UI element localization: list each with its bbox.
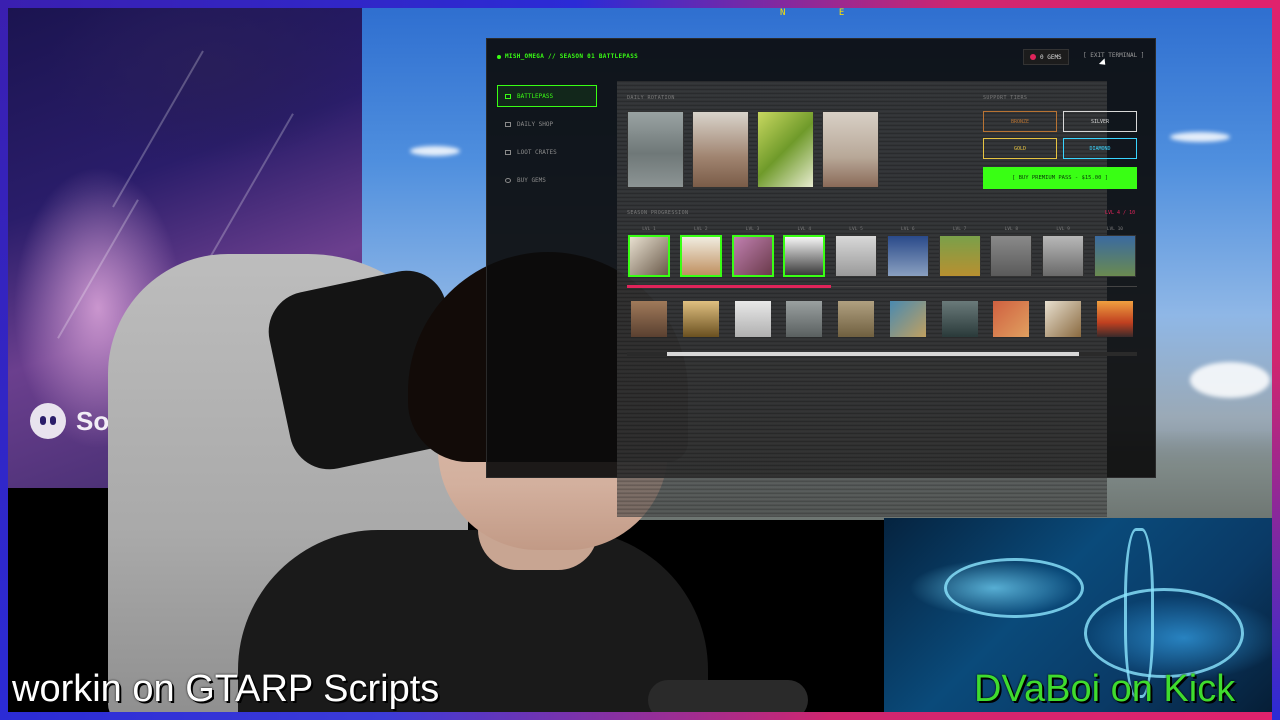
premium-reward[interactable] (1045, 301, 1082, 337)
reward-thumbnail (1093, 235, 1136, 277)
premium-reward[interactable] (941, 301, 978, 337)
rotation-item[interactable] (822, 111, 879, 188)
reward-thumbnail (628, 235, 670, 277)
sidebar-nav: BATTLEPASS DAILY SHOP LOOT CRATES BUY GE… (497, 85, 597, 197)
cloud (1170, 132, 1230, 142)
tier-diamond-button[interactable]: DIAMOND (1063, 138, 1137, 159)
rotation-item[interactable] (757, 111, 814, 188)
tier-gold-button[interactable]: GOLD (983, 138, 1057, 159)
gem-count: 0 GEMS (1040, 53, 1062, 61)
nav-item-daily-shop[interactable]: DAILY SHOP (497, 113, 597, 135)
compass-hud: N E (780, 8, 869, 18)
premium-reward-row (627, 301, 1137, 337)
rotation-item[interactable] (692, 111, 749, 188)
nav-item-buy-gems[interactable]: BUY GEMS (497, 169, 597, 191)
buy-premium-pass-button[interactable]: [ BUY PREMIUM PASS - $15.00 ] (983, 167, 1137, 189)
tier-silver-button[interactable]: SILVER (1063, 111, 1137, 132)
reward-thumbnail (1042, 235, 1085, 277)
stream-frame-left (0, 0, 8, 720)
ticket-icon (505, 93, 511, 99)
premium-reward[interactable] (786, 301, 823, 337)
season-progression-label: SEASON PROGRESSION (627, 210, 689, 216)
premium-reward[interactable] (734, 301, 771, 337)
reward-scrollbar[interactable] (627, 352, 1137, 356)
battlepass-window: MISH_OMEGA // SEASON 01 BATTLEPASS 0 GEM… (486, 38, 1156, 517)
reward-thumbnail (990, 235, 1033, 277)
cloud (410, 146, 460, 156)
reward-thumbnail (783, 235, 826, 277)
support-tiers-label: SUPPORT TIERS (983, 95, 1028, 101)
nav-item-battlepass[interactable]: BATTLEPASS (497, 85, 597, 107)
level-item[interactable]: LVL 3 (731, 227, 775, 277)
reward-thumbnail (731, 235, 774, 277)
scrollbar-thumb[interactable] (667, 352, 1079, 356)
exit-terminal-button[interactable]: [ EXIT TERMINAL ] (1083, 52, 1144, 59)
level-item[interactable]: LVL 6 (886, 227, 930, 277)
channel-caption: DVaBoi on Kick (974, 668, 1236, 710)
stream-frame-bottom (0, 712, 1280, 720)
support-tiers: BRONZE SILVER GOLD DIAMOND (983, 111, 1137, 159)
daily-rotation (627, 111, 879, 188)
premium-reward[interactable] (682, 301, 719, 337)
shop-icon (505, 121, 511, 127)
tier-bronze-button[interactable]: BRONZE (983, 111, 1057, 132)
level-item[interactable]: LVL 8 (989, 227, 1033, 277)
reward-thumbnail (679, 235, 722, 277)
daily-rotation-label: DAILY ROTATION (627, 95, 675, 101)
level-item[interactable]: LVL 2 (679, 227, 723, 277)
premium-reward[interactable] (838, 301, 875, 337)
level-item[interactable]: LVL 5 (834, 227, 878, 277)
premium-reward[interactable] (1096, 301, 1133, 337)
stream-caption: workin on GTARP Scripts (12, 668, 440, 710)
level-item[interactable]: LVL 4 (782, 227, 826, 277)
premium-reward[interactable] (631, 301, 667, 337)
status-dot-icon (497, 54, 501, 59)
stream-frame-right (1272, 0, 1280, 720)
season-progress-fill (627, 285, 831, 288)
rotation-item[interactable] (627, 111, 684, 188)
reward-thumbnail (938, 235, 981, 277)
gem-balance: 0 GEMS (1023, 49, 1069, 65)
nav-item-loot-crates[interactable]: LOOT CRATES (497, 141, 597, 163)
level-item[interactable]: LVL 7 (938, 227, 982, 277)
level-track: LVL 1 LVL 2 LVL 3 LVL 4 LVL 5 LVL 6 LVL … (627, 227, 1137, 277)
stream-frame-top (0, 0, 1280, 8)
level-item[interactable]: LVL 9 (1041, 227, 1085, 277)
premium-reward[interactable] (889, 301, 926, 337)
cloud (1190, 362, 1270, 398)
level-item[interactable]: LVL 1 (627, 227, 671, 277)
season-progress-bar (627, 285, 1137, 288)
reward-thumbnail (835, 235, 878, 277)
gem-icon (505, 177, 511, 183)
battlepass-title: MISH_OMEGA // SEASON 01 BATTLEPASS (497, 53, 638, 60)
crate-icon (505, 149, 511, 155)
premium-reward[interactable] (993, 301, 1030, 337)
level-item[interactable]: LVL 10 (1093, 227, 1137, 277)
progression-count: LVL 4 / 10 (1105, 210, 1136, 216)
microphone (648, 680, 808, 712)
gem-icon (1030, 54, 1036, 60)
reward-thumbnail (886, 235, 929, 277)
